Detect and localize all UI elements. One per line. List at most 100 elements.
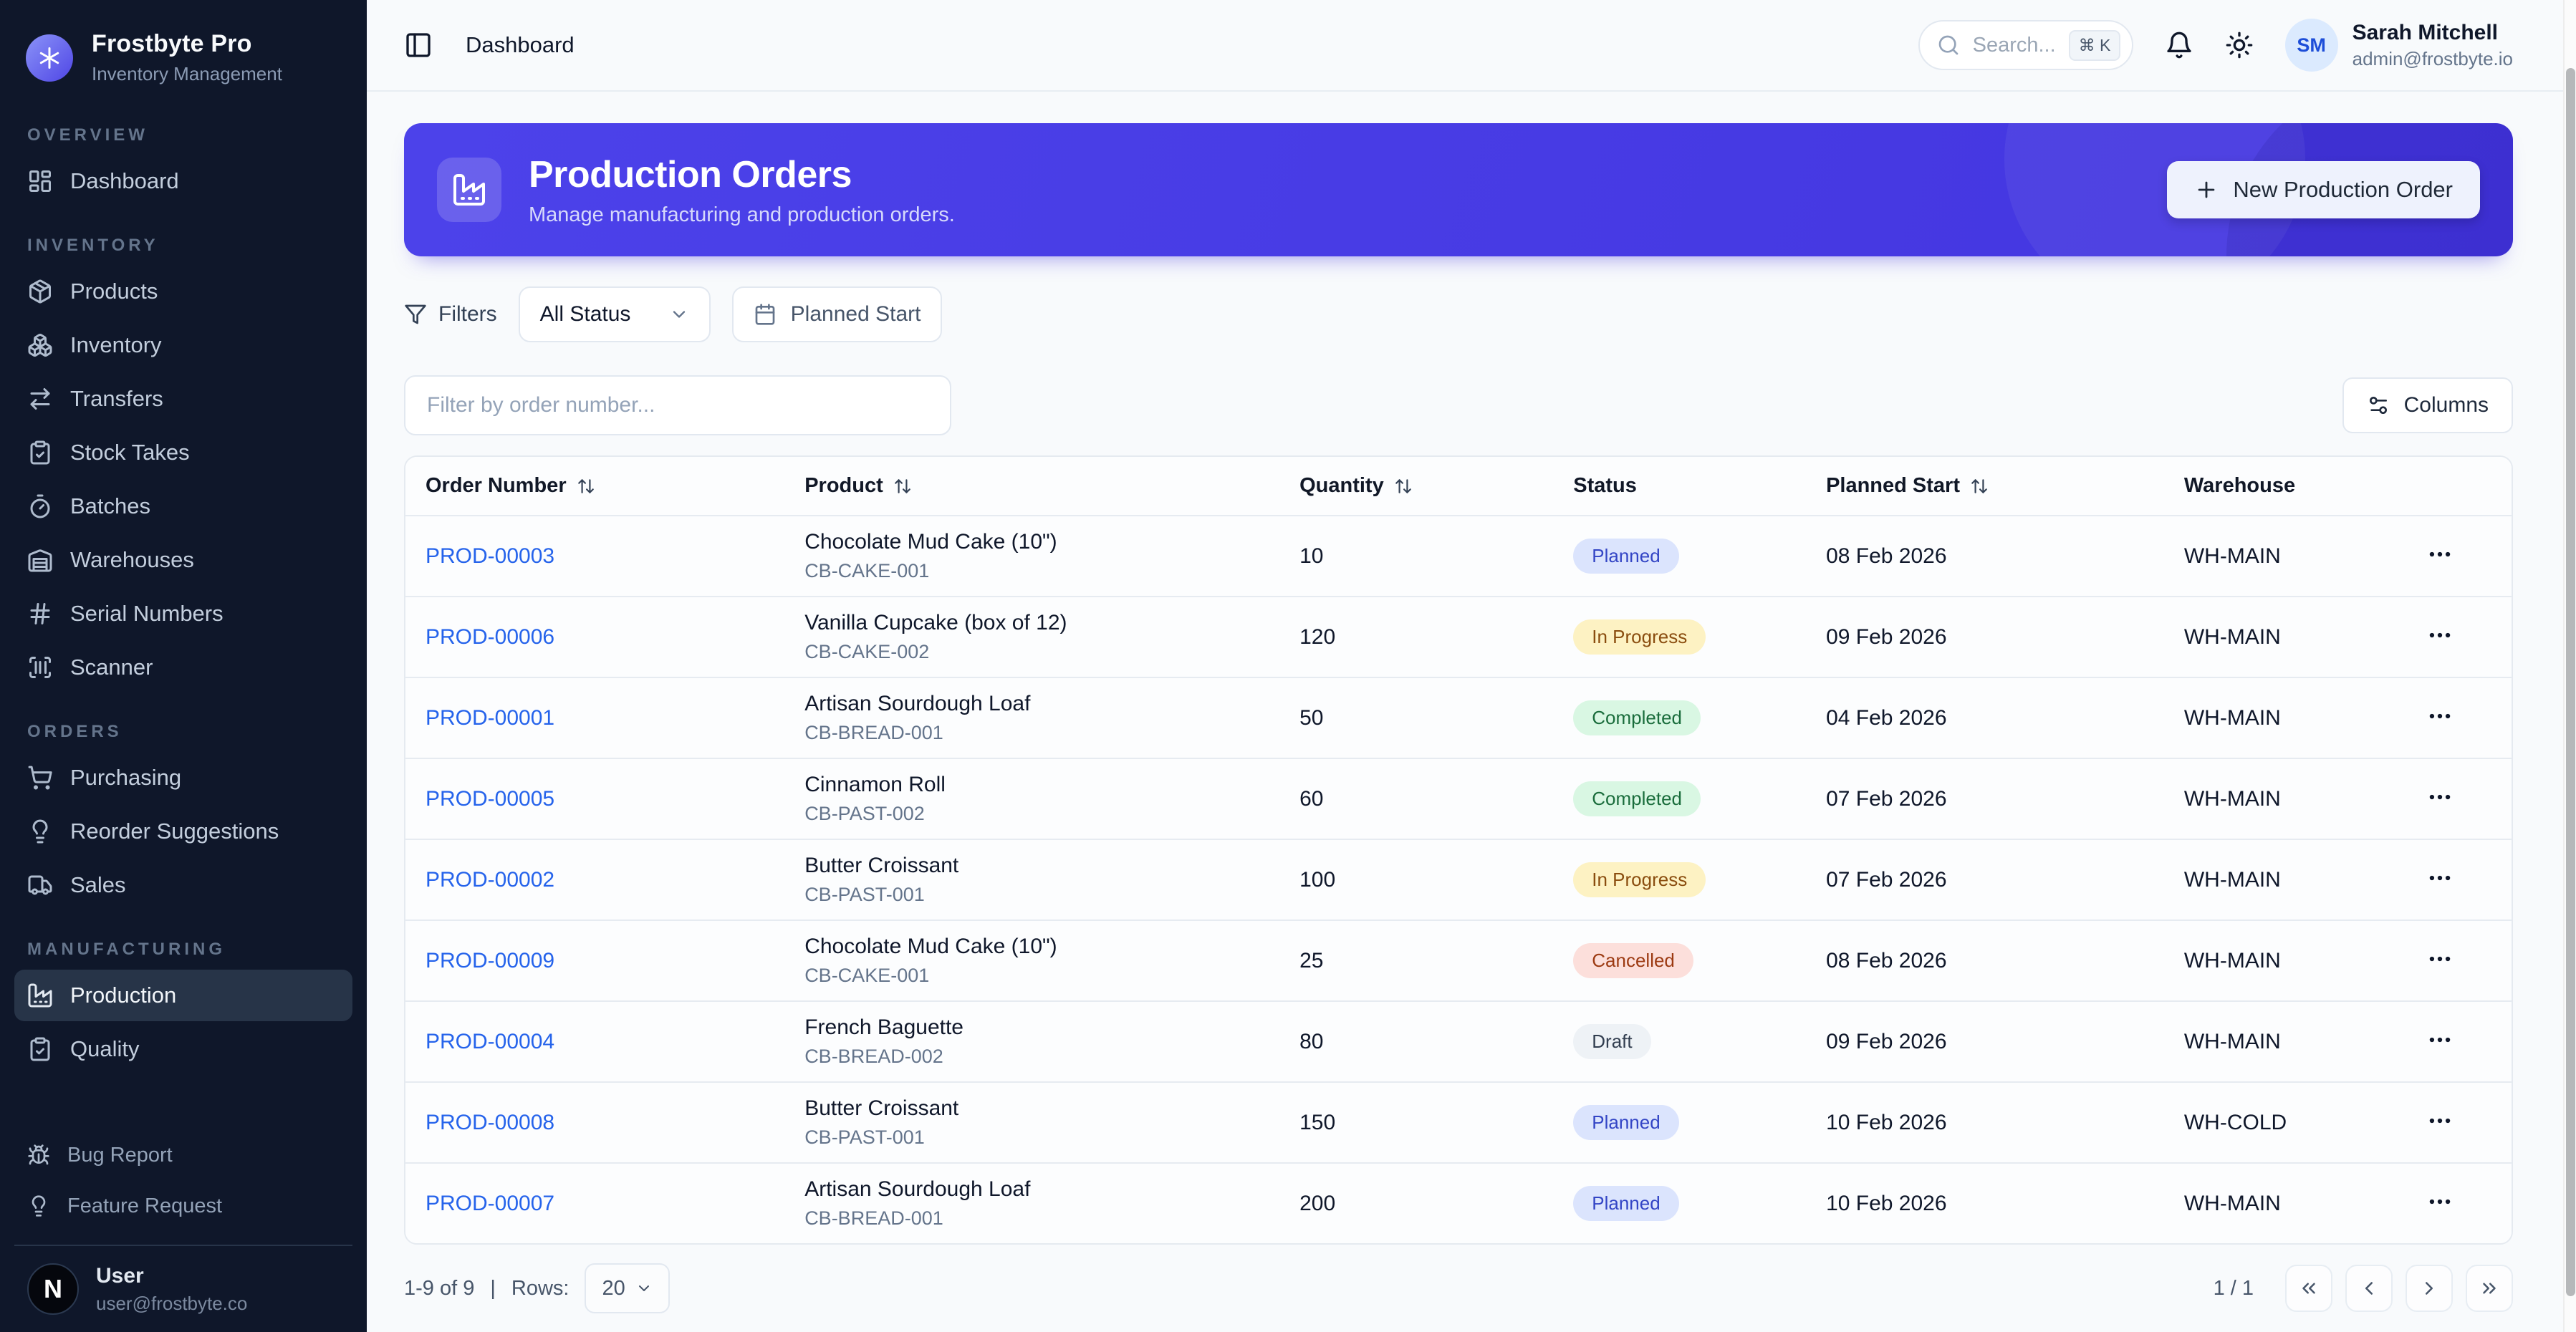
order-number-link[interactable]: PROD-00005 [426,787,554,811]
sidebar-toggle-icon[interactable] [404,31,433,59]
sidebar: Frostbyte Pro Inventory Management OVERV… [0,0,367,1332]
planned-start-date-filter-button[interactable]: Planned Start [731,286,943,342]
row-actions-menu-icon[interactable] [2426,864,2454,892]
sidebar-item-stock-takes[interactable]: Stock Takes [14,427,352,478]
row-actions-menu-icon[interactable] [2426,1026,2454,1053]
order-number-link[interactable]: PROD-00008 [426,1111,554,1134]
profile-menu[interactable]: SM Sarah Mitchell admin@frostbyte.io [2284,19,2513,72]
table-row: PROD-00005 Cinnamon Roll CB-PAST-002 60 … [405,758,2512,839]
table-row: PROD-00001 Artisan Sourdough Loaf CB-BRE… [405,677,2512,758]
next-page-button[interactable] [2406,1265,2453,1312]
order-number-link[interactable]: PROD-00009 [426,949,554,973]
new-production-order-button[interactable]: New Production Order [2167,161,2480,218]
row-actions-menu-icon[interactable] [2426,1188,2454,1215]
theme-toggle-sun-icon[interactable] [2225,31,2254,59]
sidebar-item-serial-numbers[interactable]: Serial Numbers [14,588,352,640]
planned-start-cell: 07 Feb 2026 [1826,786,1947,811]
sidebar-item-quality[interactable]: Quality [14,1023,352,1075]
status-filter-select[interactable]: All Status [518,286,711,342]
sidebar-footer: Bug Report Feature Request N User user@fr… [0,1129,367,1319]
product-name: Artisan Sourdough Loaf [804,1177,1031,1201]
brand-name: Frostbyte Pro [92,30,252,57]
row-actions-menu-icon[interactable] [2426,1107,2454,1134]
order-number-link[interactable]: PROD-00001 [426,706,554,730]
sidebar-item-bug-report[interactable]: Bug Report [14,1131,352,1179]
order-number-link[interactable]: PROD-00003 [426,544,554,568]
sidebar-item-batches[interactable]: Batches [14,481,352,532]
table-footer: 1-9 of 9 | Rows: 20 1 / 1 [404,1263,2513,1313]
order-number-link[interactable]: PROD-00004 [426,1030,554,1053]
status-badge: Planned [1573,1186,1679,1221]
filters-label: Filters [404,302,497,327]
first-page-button[interactable] [2285,1265,2332,1312]
product-name: Vanilla Cupcake (box of 12) [804,611,1067,634]
column-header-warehouse: Warehouse [2163,457,2406,516]
scrollbar-thumb[interactable] [2566,68,2575,1296]
sidebar-item-inventory[interactable]: Inventory [14,319,352,371]
row-actions-menu-icon[interactable] [2426,541,2454,568]
chevron-down-icon [635,1280,653,1297]
rows-per-page-select[interactable]: 20 [585,1263,670,1313]
sidebar-item-purchasing[interactable]: Purchasing [14,752,352,803]
dashboard-icon [27,168,53,194]
product-name: Chocolate Mud Cake (10") [804,935,1057,958]
order-number-link[interactable]: PROD-00007 [426,1192,554,1215]
sidebar-item-production[interactable]: Production [14,970,352,1021]
column-header-actions [2406,457,2512,516]
sidebar-item-scanner[interactable]: Scanner [14,642,352,693]
row-actions-menu-icon[interactable] [2426,622,2454,649]
filters-row: Filters All Status Planned Start [404,286,2513,342]
page-scrollbar[interactable] [2563,0,2576,1332]
previous-page-button[interactable] [2345,1265,2393,1312]
product-name: Chocolate Mud Cake (10") [804,530,1057,554]
sidebar-item-dashboard[interactable]: Dashboard [14,155,352,207]
brand: Frostbyte Pro Inventory Management [0,0,367,97]
warehouse-cell: WH-MAIN [2183,1191,2281,1215]
last-page-button[interactable] [2466,1265,2513,1312]
row-actions-menu-icon[interactable] [2426,703,2454,730]
quantity-cell: 50 [1299,705,1324,730]
sidebar-item-reorder-suggestions[interactable]: Reorder Suggestions [14,806,352,857]
section-label-orders: ORDERS [27,722,122,741]
quantity-cell: 120 [1299,624,1336,649]
plus-icon [2194,178,2219,202]
row-actions-menu-icon[interactable] [2426,945,2454,973]
sort-icon [893,477,912,496]
sidebar-item-products[interactable]: Products [14,266,352,317]
column-header-order-number[interactable]: Order Number [405,457,785,516]
profile-email: admin@frostbyte.io [2352,47,2513,69]
row-actions-menu-icon[interactable] [2426,783,2454,811]
order-number-link[interactable]: PROD-00002 [426,868,554,892]
brand-logo [26,34,73,82]
lightbulb-icon [27,1195,50,1217]
table-toolbar: Columns [404,375,2513,435]
results-range: 1-9 of 9 [404,1276,475,1300]
column-header-quantity[interactable]: Quantity [1279,457,1554,516]
section-label-inventory: INVENTORY [27,236,159,255]
topbar: Dashboard Search... ⌘ K SM Sarah Mitchel… [367,0,2576,92]
product-name: Cinnamon Roll [804,773,946,796]
sidebar-item-sales[interactable]: Sales [14,859,352,911]
status-badge: Completed [1573,781,1701,816]
search-input[interactable]: Search... ⌘ K [1918,20,2133,70]
order-number-filter-input[interactable] [404,375,951,435]
product-name: French Baguette [804,1015,963,1039]
sort-icon [1970,477,1989,496]
sidebar-item-transfers[interactable]: Transfers [14,373,352,425]
column-header-planned-start[interactable]: Planned Start [1806,457,2164,516]
order-number-link[interactable]: PROD-00006 [426,625,554,649]
status-badge: In Progress [1573,619,1706,655]
sidebar-item-feature-request[interactable]: Feature Request [14,1182,352,1230]
truck-icon [27,872,53,898]
sidebar-user-card[interactable]: N User user@frostbyte.co [14,1245,352,1319]
warehouse-cell: WH-MAIN [2183,948,2281,973]
sidebar-item-warehouses[interactable]: Warehouses [14,534,352,586]
clipboard-check-icon [27,440,53,465]
notifications-bell-icon[interactable] [2165,31,2193,59]
search-shortcut: ⌘ K [2068,29,2121,61]
columns-button[interactable]: Columns [2342,377,2513,433]
product-name: Butter Croissant [804,1096,959,1120]
sort-icon [1394,477,1413,496]
warehouse-cell: WH-MAIN [2183,705,2281,730]
column-header-product[interactable]: Product [784,457,1280,516]
